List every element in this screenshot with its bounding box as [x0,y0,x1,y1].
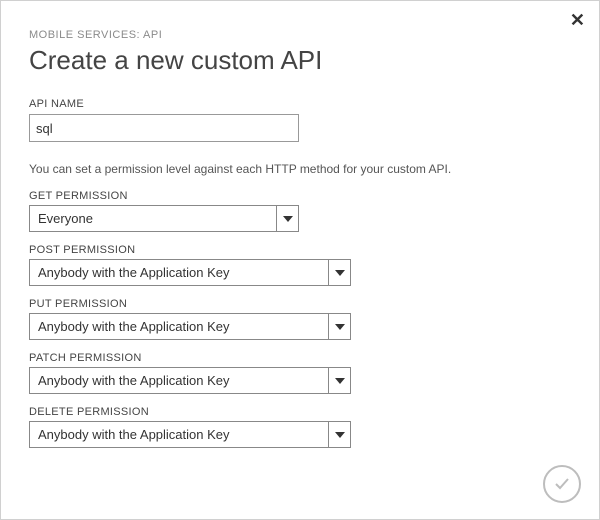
api-name-input[interactable] [29,114,299,142]
page-title: Create a new custom API [29,45,575,76]
get-permission-label: GET PERMISSION [29,190,575,202]
chevron-down-icon [276,206,298,231]
get-permission-row: GET PERMISSION Everyone [29,190,575,232]
get-permission-select[interactable]: Everyone [29,205,299,232]
delete-permission-value: Anybody with the Application Key [30,422,350,448]
patch-permission-label: PATCH PERMISSION [29,352,575,364]
put-permission-value: Anybody with the Application Key [30,314,350,340]
chevron-down-icon [328,368,350,393]
dialog: ✕ MOBILE SERVICES: API Create a new cust… [0,0,600,520]
confirm-button[interactable] [543,465,581,503]
put-permission-select[interactable]: Anybody with the Application Key [29,313,351,340]
get-permission-value: Everyone [30,206,298,232]
delete-permission-select[interactable]: Anybody with the Application Key [29,421,351,448]
post-permission-row: POST PERMISSION Anybody with the Applica… [29,244,575,286]
chevron-down-icon [328,260,350,285]
put-permission-row: PUT PERMISSION Anybody with the Applicat… [29,298,575,340]
post-permission-label: POST PERMISSION [29,244,575,256]
breadcrumb: MOBILE SERVICES: API [29,29,575,41]
delete-permission-row: DELETE PERMISSION Anybody with the Appli… [29,406,575,448]
patch-permission-value: Anybody with the Application Key [30,368,350,394]
help-text: You can set a permission level against e… [29,162,575,176]
post-permission-select[interactable]: Anybody with the Application Key [29,259,351,286]
check-icon [552,474,572,494]
patch-permission-select[interactable]: Anybody with the Application Key [29,367,351,394]
api-name-label: API NAME [29,98,575,110]
delete-permission-label: DELETE PERMISSION [29,406,575,418]
close-icon[interactable]: ✕ [570,11,585,29]
content: MOBILE SERVICES: API Create a new custom… [1,1,599,448]
chevron-down-icon [328,422,350,447]
post-permission-value: Anybody with the Application Key [30,260,350,286]
patch-permission-row: PATCH PERMISSION Anybody with the Applic… [29,352,575,394]
chevron-down-icon [328,314,350,339]
put-permission-label: PUT PERMISSION [29,298,575,310]
